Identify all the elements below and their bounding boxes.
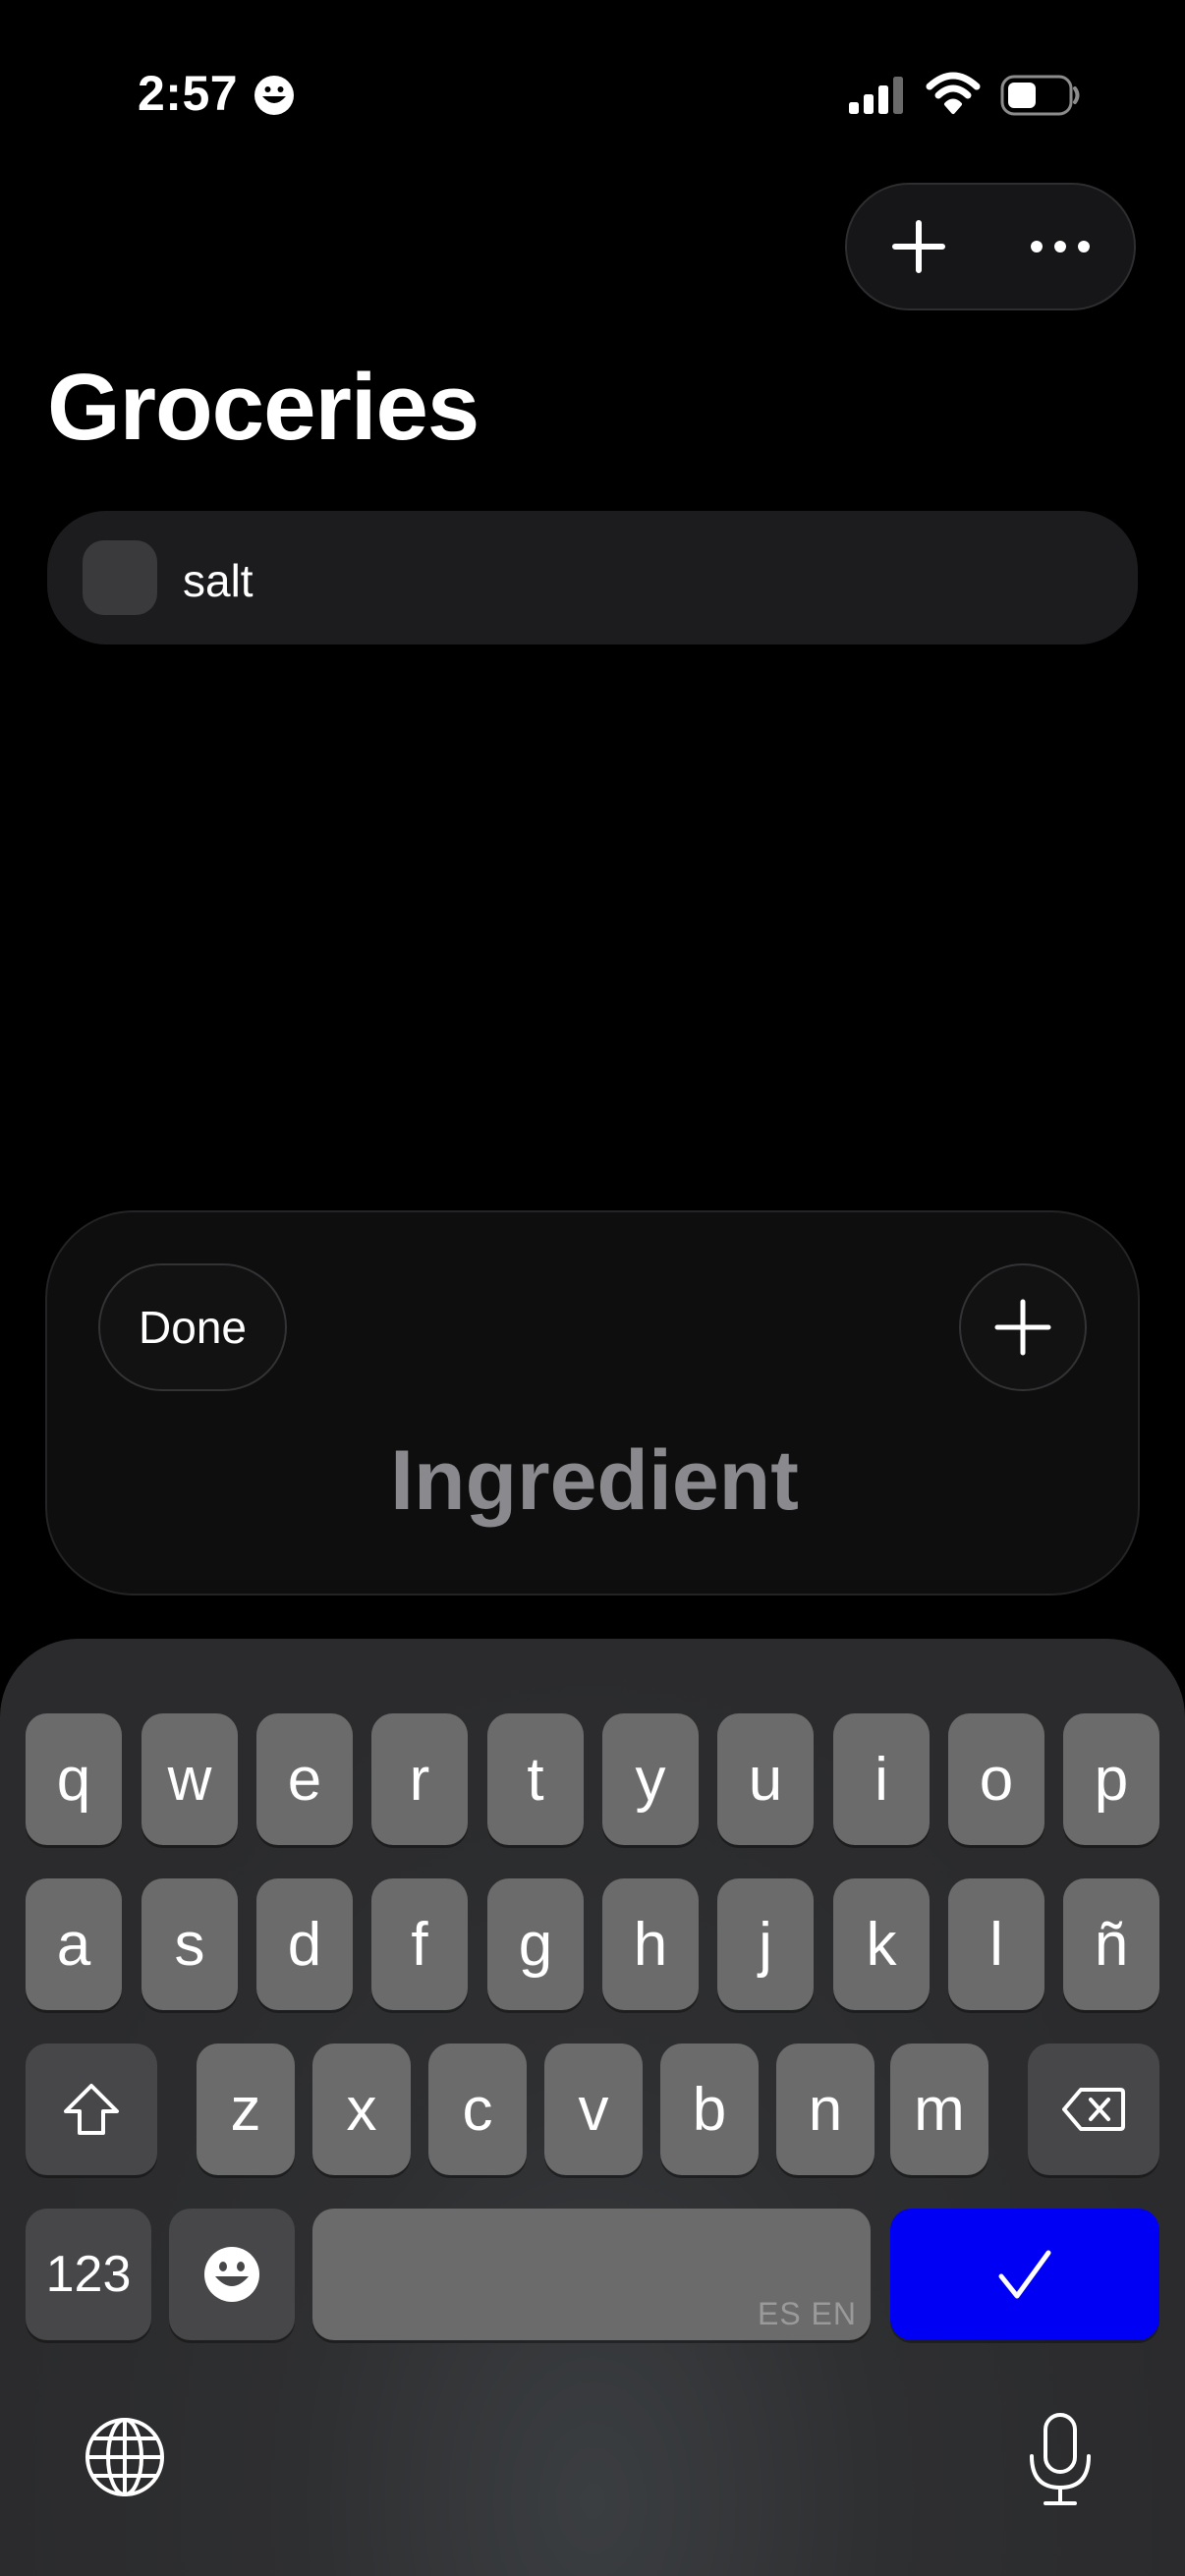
key-e[interactable]: e <box>256 1713 353 1845</box>
ingredient-input[interactable] <box>145 1421 1044 1540</box>
key-u[interactable]: u <box>717 1713 814 1845</box>
add-ingredient-button[interactable] <box>959 1263 1087 1391</box>
cellular-signal-icon <box>849 77 903 114</box>
globe-icon <box>85 2418 164 2496</box>
item-checkbox[interactable] <box>83 540 157 615</box>
keyboard-languages: ES EN <box>757 2296 857 2331</box>
key-f[interactable]: f <box>371 1878 468 2010</box>
key-w[interactable]: w <box>141 1713 238 1845</box>
list-item[interactable]: salt <box>47 511 1138 644</box>
status-time: 2:57 <box>138 66 239 121</box>
globe-button[interactable] <box>83 2415 167 2499</box>
more-options-button[interactable] <box>996 185 1124 308</box>
microphone-icon <box>1030 2413 1091 2505</box>
key-h[interactable]: h <box>602 1878 699 2010</box>
shift-arrow-icon <box>64 2084 119 2135</box>
page-title: Groceries <box>47 355 480 460</box>
key-y[interactable]: y <box>602 1713 699 1845</box>
confirm-key[interactable] <box>890 2209 1159 2340</box>
dictation-button[interactable] <box>1024 2411 1097 2509</box>
key-o[interactable]: o <box>948 1713 1044 1845</box>
key-n-tilde[interactable]: ñ <box>1063 1878 1159 2010</box>
key-x[interactable]: x <box>312 2044 411 2175</box>
key-z[interactable]: z <box>197 2044 295 2175</box>
emoji-key[interactable] <box>169 2209 295 2340</box>
toolbar-pill <box>845 183 1136 310</box>
key-g[interactable]: g <box>487 1878 584 2010</box>
key-b[interactable]: b <box>660 2044 759 2175</box>
key-m[interactable]: m <box>890 2044 988 2175</box>
key-a[interactable]: a <box>26 1878 122 2010</box>
key-r[interactable]: r <box>371 1713 468 1845</box>
key-i[interactable]: i <box>833 1713 930 1845</box>
plus-icon <box>994 1299 1051 1356</box>
checkmark-icon <box>998 2250 1051 2299</box>
key-j[interactable]: j <box>717 1878 814 2010</box>
key-d[interactable]: d <box>256 1878 353 2010</box>
key-p[interactable]: p <box>1063 1713 1159 1845</box>
keyboard: q w e r t y u i o p a s d f g h j k l ñ … <box>0 1639 1185 2576</box>
add-list-button[interactable] <box>855 185 983 308</box>
delete-key[interactable] <box>1028 2044 1159 2175</box>
key-k[interactable]: k <box>833 1878 930 2010</box>
grinning-face-icon <box>254 76 294 115</box>
backspace-icon <box>1062 2088 1125 2131</box>
key-q[interactable]: q <box>26 1713 122 1845</box>
wifi-icon <box>926 72 981 114</box>
plus-icon <box>892 220 945 273</box>
emoji-face-icon <box>204 2247 259 2302</box>
ellipsis-icon <box>1031 241 1090 252</box>
key-s[interactable]: s <box>141 1878 238 2010</box>
battery-icon <box>1000 75 1080 116</box>
space-bar[interactable]: ES EN <box>312 2209 871 2340</box>
key-n[interactable]: n <box>776 2044 875 2175</box>
key-l[interactable]: l <box>948 1878 1044 2010</box>
key-t[interactable]: t <box>487 1713 584 1845</box>
key-c[interactable]: c <box>428 2044 527 2175</box>
done-button[interactable]: Done <box>98 1263 287 1391</box>
shift-key[interactable] <box>26 2044 157 2175</box>
key-v[interactable]: v <box>544 2044 643 2175</box>
numbers-key[interactable]: 123 <box>26 2209 151 2340</box>
item-label: salt <box>183 555 254 606</box>
add-ingredient-card: Done <box>45 1210 1140 1596</box>
